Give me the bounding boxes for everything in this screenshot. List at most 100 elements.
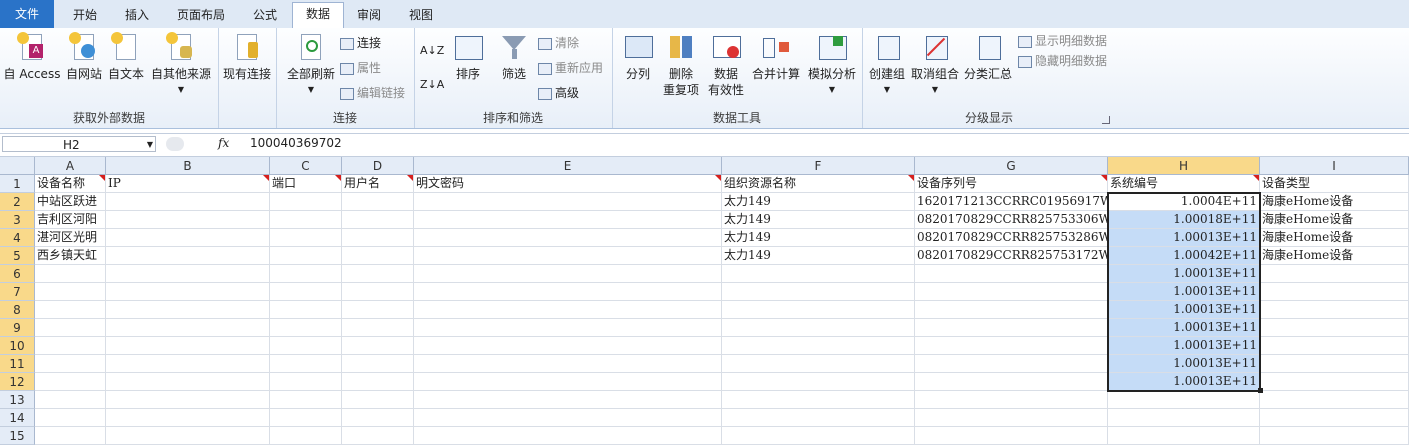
table-cell[interactable] bbox=[342, 355, 414, 373]
table-cell[interactable] bbox=[1260, 265, 1409, 283]
table-cell[interactable] bbox=[342, 319, 414, 337]
table-cell[interactable] bbox=[106, 355, 270, 373]
table-cell[interactable] bbox=[414, 193, 722, 211]
table-cell[interactable] bbox=[722, 355, 915, 373]
table-cell[interactable]: 1.00013E+11 bbox=[1108, 373, 1260, 391]
table-cell[interactable] bbox=[722, 373, 915, 391]
table-cell[interactable] bbox=[106, 301, 270, 319]
table-cell[interactable] bbox=[1260, 373, 1409, 391]
column-header-f[interactable]: F bbox=[722, 157, 915, 175]
edit-links-button[interactable]: 编辑链接 bbox=[340, 84, 405, 102]
table-cell[interactable] bbox=[35, 409, 106, 427]
table-cell[interactable] bbox=[106, 427, 270, 445]
table-cell[interactable] bbox=[1260, 409, 1409, 427]
table-cell[interactable] bbox=[35, 283, 106, 301]
data-validation-button[interactable]: 数据 有效性 bbox=[704, 32, 748, 98]
header-cell[interactable]: 组织资源名称 bbox=[722, 175, 915, 193]
table-cell[interactable] bbox=[722, 427, 915, 445]
table-cell[interactable] bbox=[414, 211, 722, 229]
table-cell[interactable] bbox=[342, 211, 414, 229]
table-cell[interactable] bbox=[106, 319, 270, 337]
row-header[interactable]: 4 bbox=[0, 229, 35, 247]
column-header-b[interactable]: B bbox=[106, 157, 270, 175]
table-cell[interactable]: 西乡镇天虹 bbox=[35, 247, 106, 265]
row-header[interactable]: 7 bbox=[0, 283, 35, 301]
table-cell[interactable]: 海康eHome设备 bbox=[1260, 211, 1409, 229]
table-cell[interactable]: 1.00018E+11 bbox=[1108, 211, 1260, 229]
from-web-button[interactable]: 自网站 bbox=[64, 32, 104, 82]
table-cell[interactable] bbox=[414, 337, 722, 355]
hide-detail-button[interactable]: 隐藏明细数据 bbox=[1018, 52, 1107, 70]
table-cell[interactable] bbox=[342, 301, 414, 319]
table-cell[interactable] bbox=[722, 409, 915, 427]
table-cell[interactable] bbox=[35, 427, 106, 445]
fill-handle[interactable] bbox=[1258, 388, 1263, 393]
table-cell[interactable] bbox=[35, 355, 106, 373]
table-cell[interactable] bbox=[342, 337, 414, 355]
from-access-button[interactable]: A 自 Access bbox=[2, 32, 62, 82]
header-cell[interactable]: 明文密码 bbox=[414, 175, 722, 193]
formula-input[interactable]: 100040369702 bbox=[250, 136, 342, 150]
table-cell[interactable] bbox=[1260, 391, 1409, 409]
table-cell[interactable] bbox=[270, 373, 342, 391]
reapply-button[interactable]: 重新应用 bbox=[538, 59, 603, 77]
sort-button[interactable]: 排序 bbox=[448, 32, 488, 82]
table-cell[interactable]: 太力149 bbox=[722, 211, 915, 229]
table-cell[interactable] bbox=[722, 337, 915, 355]
subtotal-button[interactable]: 分类汇总 bbox=[962, 32, 1014, 82]
table-cell[interactable] bbox=[722, 391, 915, 409]
table-cell[interactable] bbox=[915, 283, 1108, 301]
table-cell[interactable] bbox=[1260, 427, 1409, 445]
column-header-i[interactable]: I bbox=[1260, 157, 1409, 175]
table-cell[interactable] bbox=[915, 337, 1108, 355]
table-cell[interactable]: 0820170829CCRR825753286W bbox=[915, 229, 1108, 247]
column-header-h[interactable]: H bbox=[1108, 157, 1260, 175]
table-cell[interactable] bbox=[414, 265, 722, 283]
row-header[interactable]: 9 bbox=[0, 319, 35, 337]
column-header-a[interactable]: A bbox=[35, 157, 106, 175]
table-cell[interactable]: 太力149 bbox=[722, 229, 915, 247]
table-cell[interactable]: 1.00013E+11 bbox=[1108, 301, 1260, 319]
row-header[interactable]: 12 bbox=[0, 373, 35, 391]
table-cell[interactable] bbox=[35, 337, 106, 355]
table-cell[interactable] bbox=[342, 265, 414, 283]
table-cell[interactable] bbox=[270, 319, 342, 337]
table-cell[interactable] bbox=[414, 229, 722, 247]
table-cell[interactable] bbox=[915, 373, 1108, 391]
row-header[interactable]: 3 bbox=[0, 211, 35, 229]
table-cell[interactable] bbox=[35, 265, 106, 283]
row-header[interactable]: 2 bbox=[0, 193, 35, 211]
table-cell[interactable] bbox=[1260, 283, 1409, 301]
table-cell[interactable] bbox=[270, 265, 342, 283]
table-cell[interactable] bbox=[106, 265, 270, 283]
sort-asc-button[interactable]: A↓Z bbox=[420, 42, 444, 60]
header-cell[interactable]: 设备序列号 bbox=[915, 175, 1108, 193]
tab-file[interactable]: 文件 bbox=[0, 0, 54, 28]
table-cell[interactable] bbox=[342, 409, 414, 427]
header-cell[interactable]: 系统编号 bbox=[1108, 175, 1260, 193]
table-cell[interactable] bbox=[915, 265, 1108, 283]
connections-button[interactable]: 连接 bbox=[340, 34, 381, 52]
select-all-corner[interactable] bbox=[0, 157, 35, 175]
table-cell[interactable] bbox=[270, 283, 342, 301]
row-header[interactable]: 8 bbox=[0, 301, 35, 319]
table-cell[interactable]: 1.00013E+11 bbox=[1108, 337, 1260, 355]
table-cell[interactable] bbox=[342, 193, 414, 211]
table-cell[interactable] bbox=[106, 409, 270, 427]
table-cell[interactable] bbox=[106, 229, 270, 247]
table-cell[interactable] bbox=[342, 427, 414, 445]
table-cell[interactable] bbox=[1108, 427, 1260, 445]
table-cell[interactable] bbox=[1260, 337, 1409, 355]
table-cell[interactable] bbox=[414, 283, 722, 301]
table-cell[interactable] bbox=[270, 193, 342, 211]
table-cell[interactable] bbox=[106, 193, 270, 211]
table-cell[interactable]: 中站区跃进 bbox=[35, 193, 106, 211]
row-header[interactable]: 14 bbox=[0, 409, 35, 427]
table-cell[interactable]: 1.00013E+11 bbox=[1108, 355, 1260, 373]
table-cell[interactable] bbox=[1108, 409, 1260, 427]
table-cell[interactable] bbox=[35, 391, 106, 409]
table-cell[interactable] bbox=[35, 373, 106, 391]
table-cell[interactable] bbox=[915, 409, 1108, 427]
table-cell[interactable]: 海康eHome设备 bbox=[1260, 247, 1409, 265]
header-cell[interactable]: 用户名 bbox=[342, 175, 414, 193]
